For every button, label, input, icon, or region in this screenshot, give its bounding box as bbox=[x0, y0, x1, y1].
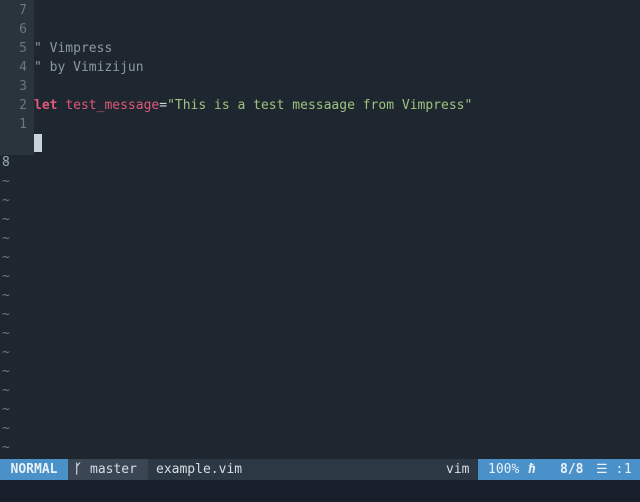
empty-line-marker: ~ bbox=[2, 402, 10, 417]
empty-line-marker: ~ bbox=[2, 288, 10, 303]
code-line[interactable]: 7 bbox=[0, 1, 640, 20]
line-number: 4 bbox=[19, 60, 27, 75]
code-line[interactable]: 2 let test_message="This is a test messaa… bbox=[0, 96, 640, 115]
text-cursor bbox=[34, 134, 42, 152]
code-line[interactable]: 6 bbox=[0, 20, 640, 39]
code-token: " Vimpress bbox=[34, 41, 113, 56]
line-number: 7 bbox=[19, 3, 27, 18]
empty-line-marker: ~ bbox=[2, 326, 10, 341]
git-branch: ᚴ master bbox=[68, 459, 148, 480]
empty-line-marker: ~ bbox=[2, 421, 10, 436]
empty-line-marker: ~ bbox=[2, 155, 10, 170]
line-number: 6 bbox=[19, 22, 27, 37]
empty-line-marker: ~ bbox=[2, 383, 10, 398]
empty-line-marker: ~ bbox=[2, 174, 10, 189]
empty-line-marker: ~ bbox=[2, 440, 10, 455]
line-number-icon: ℏ bbox=[528, 462, 536, 477]
empty-line-marker: ~ bbox=[2, 364, 10, 379]
code-line[interactable]: 4 " by Vimizijun bbox=[0, 58, 640, 77]
code-token: = bbox=[159, 98, 168, 113]
branch-name: master bbox=[90, 462, 137, 477]
code-text: " Vimpress bbox=[34, 39, 112, 58]
code-line[interactable]: 3 bbox=[0, 77, 640, 96]
code-text: let test_message="This is a test messaag… bbox=[34, 96, 472, 115]
empty-line-marker: ~ bbox=[2, 269, 10, 284]
line-number: 1 bbox=[19, 117, 27, 132]
code-line[interactable]: 1 bbox=[0, 115, 640, 134]
empty-line-marker: ~ bbox=[2, 212, 10, 227]
empty-line-marker: ~ bbox=[2, 345, 10, 360]
file-type: vim bbox=[446, 462, 470, 477]
command-line[interactable] bbox=[0, 480, 640, 502]
mode-indicator: NORMAL bbox=[0, 459, 68, 480]
line-number: 3 bbox=[19, 79, 27, 94]
code-token: " by Vimizijun bbox=[34, 60, 144, 75]
empty-line-marker: ~ bbox=[2, 307, 10, 322]
status-line: NORMAL ᚴ master example.vim vim 100% ℏ 8… bbox=[0, 459, 640, 480]
code-text: " by Vimizijun bbox=[34, 58, 144, 77]
code-token: "This is a test messaage from Vimpress" bbox=[167, 98, 473, 113]
code-line[interactable]: 5 " Vimpress bbox=[0, 39, 640, 58]
line-number: 2 bbox=[19, 98, 27, 113]
empty-line-marker: ~ bbox=[2, 193, 10, 208]
empty-line-marker: ~ bbox=[2, 250, 10, 265]
scroll-percent: 100% bbox=[488, 462, 520, 477]
line-number: 5 bbox=[19, 41, 27, 56]
code-token: test_message bbox=[65, 98, 160, 113]
editor-area[interactable]: 7 6 5 " Vimpress 4 " by Vimizijun 3 2 let test_m… bbox=[0, 0, 640, 458]
file-name: example.vim bbox=[156, 462, 243, 477]
position-segment: 100% ℏ 8/8 ☰ : 1 bbox=[478, 459, 640, 480]
empty-line-marker: ~ bbox=[2, 231, 10, 246]
line-position: 8/8 bbox=[560, 462, 584, 477]
column-icon: ☰ : bbox=[596, 462, 624, 477]
git-branch-icon: ᚴ bbox=[74, 462, 82, 477]
current-line[interactable]: 8 bbox=[0, 134, 640, 170]
column-number: 1 bbox=[624, 462, 632, 477]
code-token: let bbox=[34, 98, 58, 113]
